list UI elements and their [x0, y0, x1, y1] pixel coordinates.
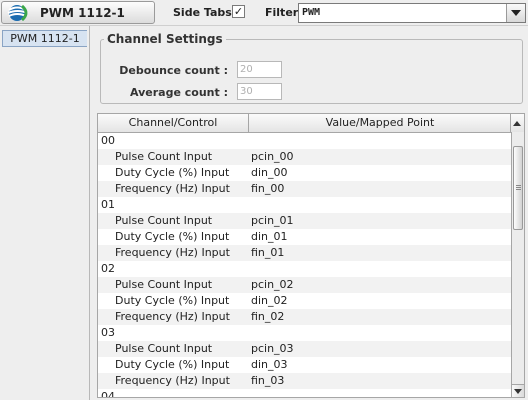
control-name-cell: Pulse Count Input	[115, 150, 213, 163]
chevron-up-icon	[513, 121, 521, 126]
filter-combobox[interactable]: PWM	[298, 3, 526, 23]
control-name-cell: Frequency (Hz) Input	[115, 182, 230, 195]
table-row[interactable]: Duty Cycle (%) Input din_01	[98, 229, 511, 245]
mapped-point-cell[interactable]: fin_03	[249, 373, 511, 389]
control-name-cell: Frequency (Hz) Input	[115, 374, 230, 387]
scrollbar-thumb[interactable]	[513, 146, 523, 230]
table-header: Channel/Control Value/Mapped Point	[98, 114, 511, 133]
chevron-down-icon	[514, 389, 522, 394]
control-name-cell: Pulse Count Input	[115, 342, 213, 355]
control-name-cell: Duty Cycle (%) Input	[115, 358, 230, 371]
filter-dropdown-button[interactable]	[506, 4, 525, 22]
channel-number-cell: 01	[101, 198, 115, 211]
scroll-up-button[interactable]	[510, 114, 524, 133]
channel-number-cell: 04	[101, 390, 115, 398]
control-name-cell: Duty Cycle (%) Input	[115, 166, 230, 179]
control-name-cell: Frequency (Hz) Input	[115, 310, 230, 323]
table-row[interactable]: Duty Cycle (%) Input din_03	[98, 357, 511, 373]
table-row[interactable]: Duty Cycle (%) Input din_00	[98, 165, 511, 181]
debounce-count-input[interactable]: 20	[237, 61, 282, 78]
mapped-point-cell[interactable]: din_01	[249, 229, 511, 245]
table-row[interactable]: Duty Cycle (%) Input din_02	[98, 293, 511, 309]
table-row[interactable]: Pulse Count Input pcin_00	[98, 149, 511, 165]
channel-settings-title: Channel Settings	[104, 32, 226, 46]
module-title: PWM 1112-1	[40, 6, 125, 20]
side-tab-pwm-1112-1[interactable]: PWM 1112-1	[2, 30, 87, 47]
table-row[interactable]: Frequency (Hz) Input fin_00	[98, 181, 511, 197]
table-row[interactable]: Pulse Count Input pcin_02	[98, 277, 511, 293]
table-body: 00 Pulse Count Input pcin_00 Duty Cycle (%)…	[98, 133, 511, 398]
table-row[interactable]: Frequency (Hz) Input fin_01	[98, 245, 511, 261]
column-header-value-mapped-point[interactable]: Value/Mapped Point	[249, 114, 511, 132]
instrument-logo-icon	[7, 4, 29, 22]
channel-number-cell: 00	[101, 134, 115, 147]
vertical-scrollbar[interactable]	[511, 132, 524, 397]
mapped-point-cell[interactable]: pcin_02	[249, 277, 511, 293]
channel-number-cell: 03	[101, 326, 115, 339]
table-group-row[interactable]: 00	[98, 133, 511, 149]
control-name-cell: Duty Cycle (%) Input	[115, 294, 230, 307]
mapped-point-cell[interactable]: pcin_03	[249, 341, 511, 357]
scroll-down-button[interactable]	[512, 384, 524, 397]
mapped-point-cell[interactable]: din_02	[249, 293, 511, 309]
control-name-cell: Duty Cycle (%) Input	[115, 230, 230, 243]
average-count-label: Average count :	[130, 86, 228, 99]
mapped-point-cell[interactable]: pcin_01	[249, 213, 511, 229]
mapped-point-cell[interactable]: fin_02	[249, 309, 511, 325]
mapped-point-cell[interactable]: din_00	[249, 165, 511, 181]
control-name-cell: Pulse Count Input	[115, 214, 213, 227]
mapped-point-cell[interactable]: din_03	[249, 357, 511, 373]
channel-table: Channel/Control Value/Mapped Point 00 Pul…	[97, 113, 525, 398]
chevron-down-icon	[511, 10, 521, 16]
mapped-point-cell[interactable]: pcin_00	[249, 149, 511, 165]
control-name-cell: Pulse Count Input	[115, 278, 213, 291]
mapped-point-cell[interactable]: fin_01	[249, 245, 511, 261]
side-tabs-label: Side Tabs:	[173, 6, 237, 19]
filter-value[interactable]: PWM	[302, 7, 320, 18]
table-group-row[interactable]: 01	[98, 197, 511, 213]
debounce-count-label: Debounce count :	[119, 64, 228, 77]
control-name-cell: Frequency (Hz) Input	[115, 246, 230, 259]
table-group-row[interactable]: 02	[98, 261, 511, 277]
toolbar: PWM 1112-1 Side Tabs: ✓ Filter: PWM	[0, 0, 528, 26]
column-header-channel-control[interactable]: Channel/Control	[98, 114, 249, 132]
filter-label: Filter:	[265, 6, 303, 19]
side-tabs-checkbox[interactable]: ✓	[232, 5, 245, 18]
table-row[interactable]: Pulse Count Input pcin_03	[98, 341, 511, 357]
mapped-point-cell[interactable]: fin_00	[249, 181, 511, 197]
module-title-button[interactable]: PWM 1112-1	[1, 1, 155, 24]
table-row[interactable]: Frequency (Hz) Input fin_02	[98, 309, 511, 325]
average-count-input[interactable]: 30	[237, 83, 282, 100]
side-tab-bar: PWM 1112-1	[0, 26, 90, 400]
table-row[interactable]: Frequency (Hz) Input fin_03	[98, 373, 511, 389]
table-group-row[interactable]: 04	[98, 389, 511, 398]
table-group-row[interactable]: 03	[98, 325, 511, 341]
table-row[interactable]: Pulse Count Input pcin_01	[98, 213, 511, 229]
channel-number-cell: 02	[101, 262, 115, 275]
